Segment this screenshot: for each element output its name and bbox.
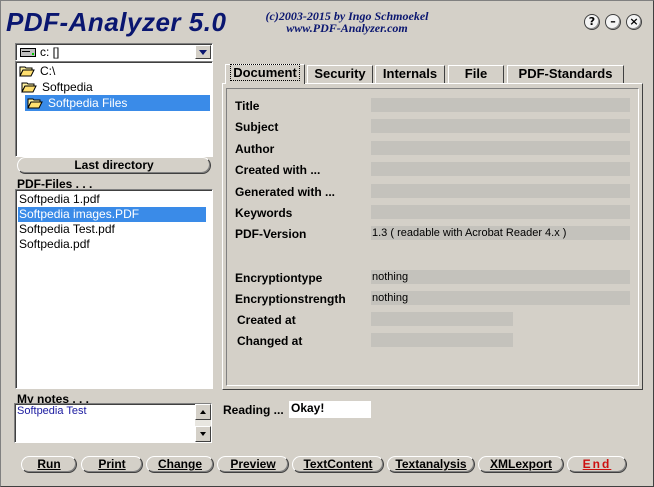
- folder-open-icon: [19, 66, 35, 77]
- reading-status: Okay!: [289, 401, 371, 418]
- folder-open-icon: [21, 82, 37, 93]
- app-title: PDF-Analyzer 5.0: [6, 7, 227, 37]
- tab-label: Document: [230, 64, 300, 81]
- run-button[interactable]: Run: [21, 456, 77, 473]
- field-value-keywords: [371, 205, 630, 219]
- field-value-created-at: [371, 312, 513, 326]
- website-line: www.PDF-Analyzer.com: [286, 21, 408, 35]
- folder-open-icon: [27, 98, 43, 109]
- tab-security[interactable]: Security: [307, 65, 373, 83]
- help-button[interactable]: ?: [584, 14, 600, 30]
- file-item-selected[interactable]: Softpedia images.PDF: [18, 207, 206, 222]
- copyright-info: (c)2003-2015 by Ingo Schmoekel www.PDF-A…: [232, 10, 462, 34]
- field-label-pdf-version: PDF-Version: [235, 227, 307, 241]
- field-label-subject: Subject: [235, 120, 279, 134]
- directory-label: C:\: [40, 64, 56, 78]
- preview-button[interactable]: Preview: [217, 456, 289, 473]
- file-item[interactable]: Softpedia 1.pdf: [18, 192, 206, 207]
- tab-document[interactable]: Document: [225, 64, 305, 84]
- change-button[interactable]: Change: [146, 456, 214, 473]
- field-value-pdf-version: 1.3 ( readable with Acrobat Reader 4.x ): [371, 226, 630, 240]
- field-value-encryptionstrength: nothing: [371, 291, 630, 305]
- print-button-label: Print: [98, 457, 126, 471]
- scroll-down-icon[interactable]: [195, 426, 211, 442]
- textcontent-button-label: TextContent: [303, 457, 373, 471]
- field-label-generated-with: Generated with ...: [235, 185, 336, 199]
- xmlexport-button[interactable]: XMLexport: [478, 456, 564, 473]
- field-label-keywords: Keywords: [235, 206, 293, 220]
- directory-label: Softpedia Files: [48, 96, 128, 110]
- field-label-author: Author: [235, 142, 275, 156]
- field-label-encryptiontype: Encryptiontype: [235, 271, 323, 285]
- scroll-up-icon[interactable]: [195, 404, 211, 420]
- notes-scrollbar[interactable]: [195, 404, 211, 442]
- field-value-title: [371, 98, 630, 112]
- field-value-author: [371, 141, 630, 155]
- drive-icon: [20, 48, 36, 57]
- minimize-button[interactable]: –: [605, 14, 621, 30]
- run-button-label: Run: [37, 457, 61, 471]
- field-label-title: Title: [235, 99, 260, 113]
- field-label-created-at: Created at: [237, 313, 296, 327]
- drive-select[interactable]: c: []: [15, 43, 213, 61]
- textcontent-button[interactable]: TextContent: [292, 456, 384, 473]
- window-controls: ? – ×: [584, 14, 642, 30]
- directory-item[interactable]: C:\: [19, 63, 55, 79]
- chevron-down-icon[interactable]: [195, 45, 211, 59]
- directory-list[interactable]: C:\ Softpedia Softpedia Files: [15, 61, 213, 157]
- notes-text: Softpedia Test: [17, 405, 87, 417]
- tab-internals[interactable]: Internals: [375, 65, 445, 83]
- last-directory-button[interactable]: Last directory: [17, 157, 211, 174]
- field-label-created-with: Created with ...: [235, 163, 321, 177]
- field-label-changed-at: Changed at: [237, 334, 303, 348]
- xmlexport-button-label: XMLexport: [489, 457, 552, 471]
- field-value-generated-with: [371, 184, 630, 198]
- field-value-created-with: [371, 162, 630, 176]
- field-value-encryptiontype: nothing: [371, 270, 630, 284]
- textanalysis-button[interactable]: Textanalysis: [387, 456, 475, 473]
- tab-pdf-standards[interactable]: PDF-Standards: [507, 65, 624, 83]
- field-value-changed-at: [371, 333, 513, 347]
- file-item[interactable]: Softpedia Test.pdf: [18, 222, 206, 237]
- file-item[interactable]: Softpedia.pdf: [18, 237, 206, 252]
- textanalysis-button-label: Textanalysis: [395, 457, 467, 471]
- field-value-subject: [371, 119, 630, 133]
- change-button-label: Change: [157, 457, 202, 471]
- preview-button-label: Preview: [230, 457, 276, 471]
- reading-label: Reading ...: [223, 403, 284, 417]
- directory-item-selected[interactable]: Softpedia Files: [25, 95, 210, 111]
- pdf-file-list[interactable]: Softpedia 1.pdf Softpedia images.PDF Sof…: [15, 189, 213, 389]
- end-button[interactable]: End: [567, 456, 627, 473]
- directory-label: Softpedia: [42, 80, 93, 94]
- close-button[interactable]: ×: [626, 14, 642, 30]
- end-button-label: End: [582, 457, 612, 471]
- directory-item[interactable]: Softpedia: [21, 79, 93, 95]
- drive-value: c: []: [40, 45, 60, 59]
- notes-textarea[interactable]: Softpedia Test: [14, 403, 212, 443]
- tab-file[interactable]: File: [448, 65, 504, 83]
- print-button[interactable]: Print: [81, 456, 143, 473]
- field-label-encryptionstrength: Encryptionstrength: [235, 292, 346, 306]
